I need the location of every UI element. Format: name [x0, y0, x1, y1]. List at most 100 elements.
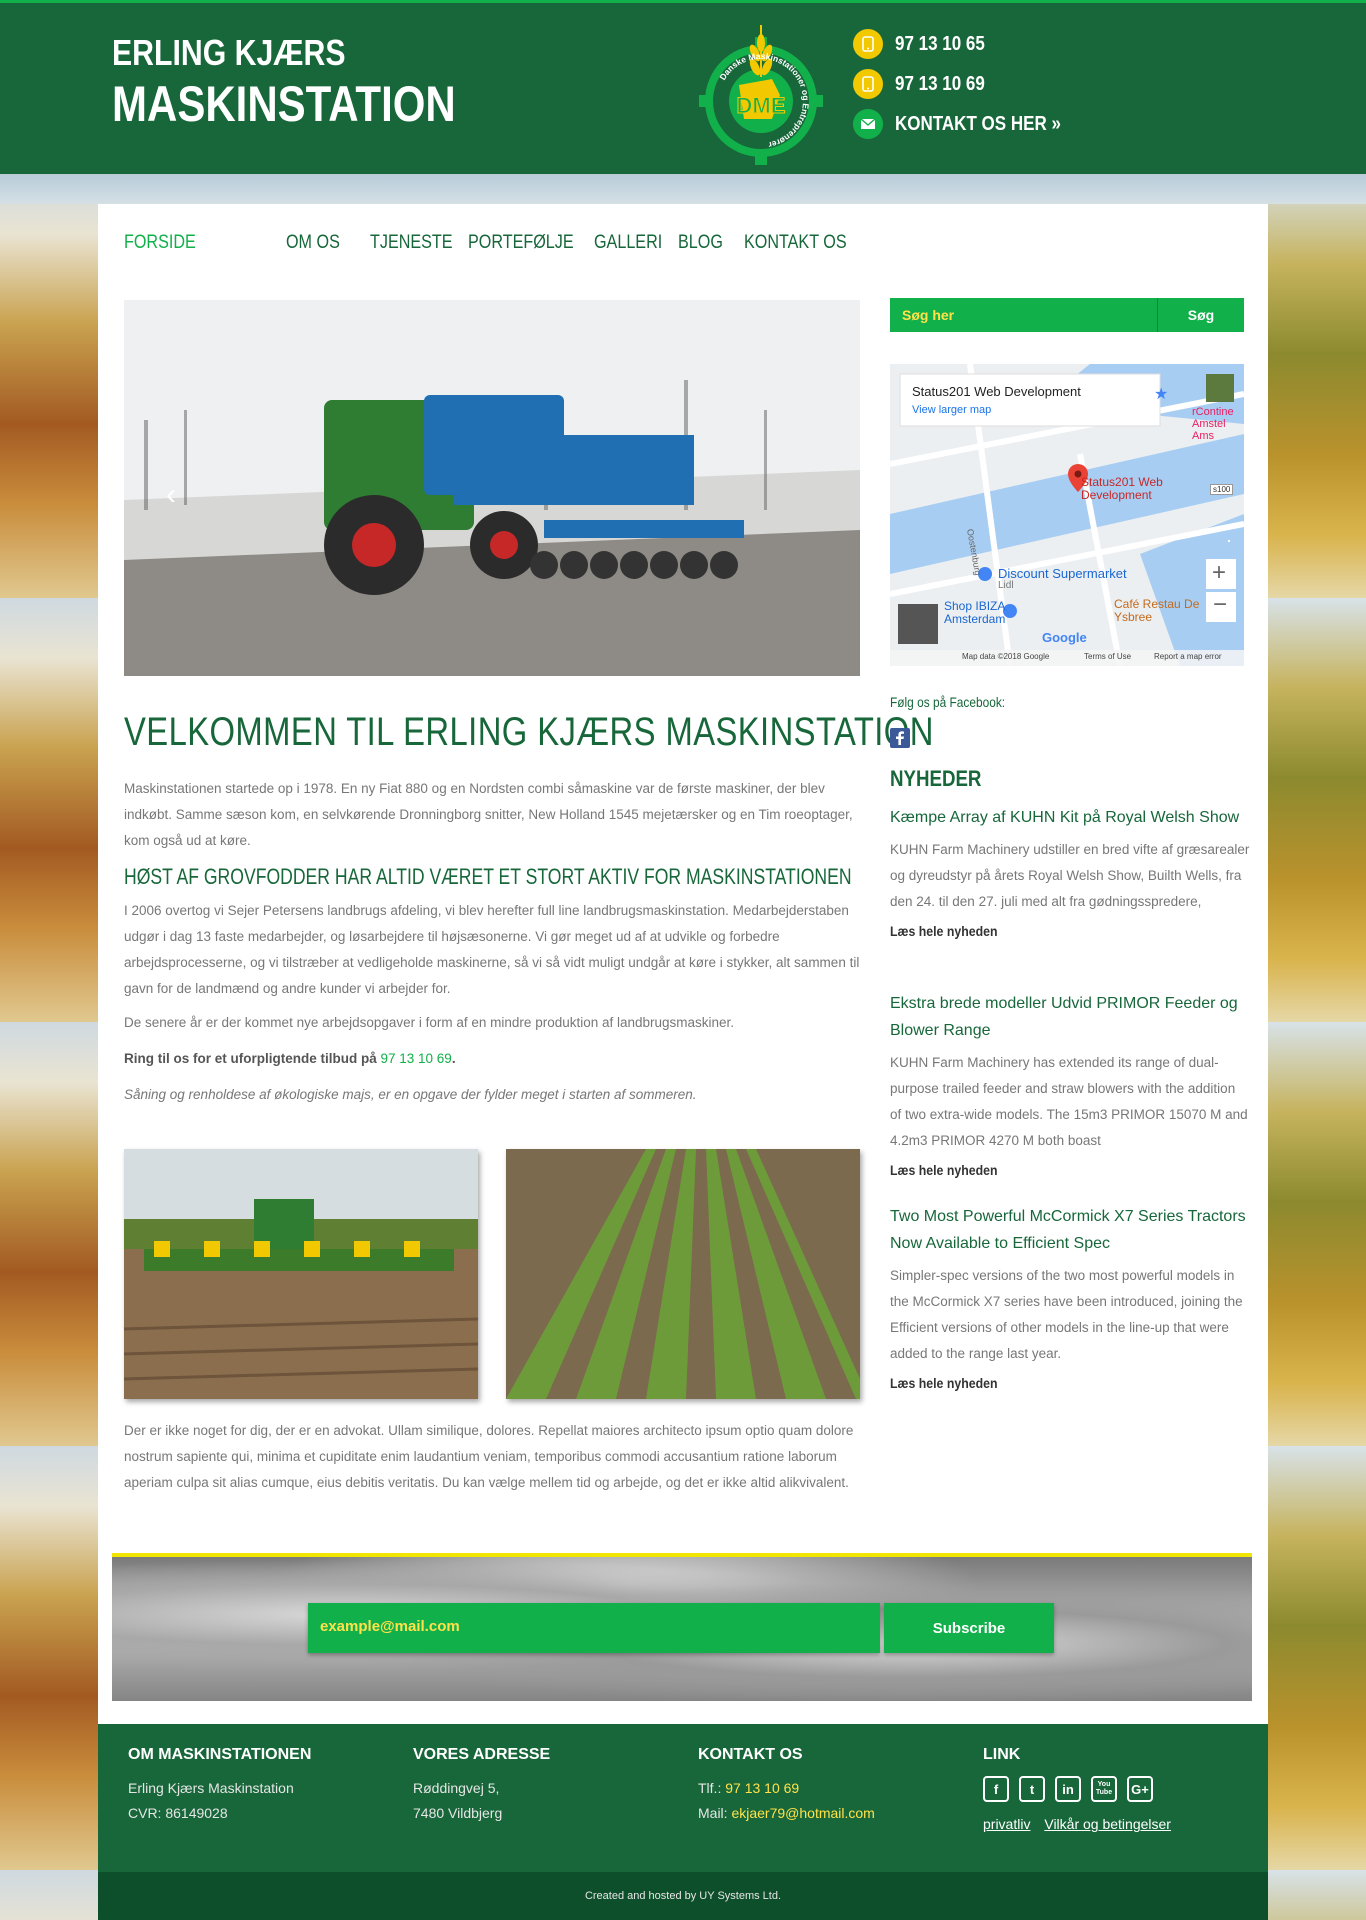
- footer-mail-line: Mail: ekjaer79@hotmail.com: [698, 1801, 875, 1826]
- news-title[interactable]: Ekstra brede modeller Udvid PRIMOR Feede…: [890, 990, 1250, 1044]
- photo-cornfield: [506, 1149, 860, 1399]
- phone-number-2[interactable]: 97 13 10 69: [895, 73, 985, 96]
- twitter-icon[interactable]: t: [1019, 1776, 1045, 1802]
- map-report-link[interactable]: Report a map error: [1154, 652, 1222, 661]
- intro-paragraph: Maskinstationen startede op i 1978. En n…: [124, 781, 853, 848]
- page-container: FORSIDE OM OS TJENESTE PORTEFØLJE GALLER…: [98, 204, 1268, 1920]
- mail-icon: [853, 109, 883, 139]
- search-button[interactable]: Søg: [1158, 298, 1244, 332]
- page-title: VELKOMMEN TIL ERLING KJÆRS MASKINSTATION: [124, 710, 934, 754]
- paragraph-2: I 2006 overtog vi Sejer Petersens landbr…: [124, 903, 860, 996]
- footer-street: Røddingvej 5,: [413, 1780, 500, 1796]
- phone-icon: [853, 69, 883, 99]
- map-google-logo: Google: [1042, 630, 1087, 645]
- social-icons: f t in You Tube G+: [983, 1776, 1181, 1802]
- nav-item-forside[interactable]: FORSIDE: [124, 232, 256, 254]
- footer-heading: LINK: [983, 1746, 1021, 1763]
- call-text: Ring til os for et uforpligtende tilbud …: [124, 1051, 381, 1066]
- nav-item-tjeneste[interactable]: TJENESTE: [370, 232, 468, 254]
- nav-link[interactable]: GALLERI: [594, 232, 665, 254]
- linkedin-icon[interactable]: in: [1055, 1776, 1081, 1802]
- copyright: Created and hosted by UY Systems Ltd.: [98, 1872, 1268, 1920]
- logo-text: DME: [737, 93, 786, 118]
- italic-note: Såning og renholdese af økologiske majs,…: [124, 1087, 697, 1102]
- subscribe-button[interactable]: Subscribe: [884, 1603, 1054, 1653]
- youtube-icon[interactable]: You Tube: [1091, 1776, 1117, 1802]
- news-title[interactable]: Kæmpe Array af KUHN Kit på Royal Welsh S…: [890, 804, 1250, 831]
- paragraph-3: De senere år er der kommet nye arbejdsop…: [124, 1015, 735, 1030]
- news-heading: NYHEDER: [890, 766, 982, 791]
- contact-link[interactable]: KONTAKT OS HER »: [895, 113, 1061, 136]
- news-desc: KUHN Farm Machinery has extended its ran…: [890, 1055, 1248, 1148]
- google-plus-icon[interactable]: G+: [1127, 1776, 1153, 1802]
- subscribe-email-input[interactable]: example@mail.com: [308, 1603, 880, 1653]
- nav-link[interactable]: KONTAKT OS: [744, 232, 847, 254]
- nav-link[interactable]: OM OS: [286, 232, 357, 254]
- slider-prev-arrow-icon[interactable]: ‹: [166, 478, 176, 512]
- news-read-more[interactable]: Læs hele nyheden: [890, 1162, 1207, 1178]
- hero-slider[interactable]: ‹: [124, 300, 860, 676]
- subscribe-band: example@mail.com Subscribe: [112, 1553, 1252, 1701]
- map-data-credit: Map data ©2018 Google: [962, 652, 1050, 661]
- news-read-more[interactable]: Læs hele nyheden: [890, 923, 1207, 939]
- hero-strip: [0, 174, 1366, 204]
- phone-row-2[interactable]: 97 13 10 69: [853, 69, 1090, 99]
- footer-cvr: CVR: 86149028: [128, 1805, 228, 1821]
- facebook-icon[interactable]: f: [983, 1776, 1009, 1802]
- footer-mail[interactable]: ekjaer79@hotmail.com: [731, 1805, 874, 1821]
- embedded-map[interactable]: Status201 Web Development View larger ma…: [890, 364, 1244, 666]
- paragraph-4: Der er ikke noget for dig, der er en adv…: [124, 1423, 854, 1490]
- map-zoom-in-icon[interactable]: +: [1212, 560, 1226, 586]
- nav-item-om-os[interactable]: OM OS: [286, 232, 370, 254]
- site-header: ERLING KJÆRS MASKINSTATION DME Danske Ma…: [0, 0, 1366, 174]
- privacy-link[interactable]: privatliv: [983, 1816, 1030, 1832]
- main-nav: FORSIDE OM OS TJENESTE PORTEFØLJE GALLER…: [124, 232, 854, 254]
- search-input[interactable]: Søg her: [890, 298, 1158, 332]
- news-item: Ekstra brede modeller Udvid PRIMOR Feede…: [890, 990, 1250, 1178]
- news-item: Kæmpe Array af KUHN Kit på Royal Welsh S…: [890, 804, 1250, 939]
- call-phone-link[interactable]: 97 13 10 69: [380, 1051, 451, 1066]
- map-poi-supermarket: Discount Supermarket: [998, 566, 1127, 581]
- map-star-icon[interactable]: ★: [1154, 384, 1168, 404]
- map-poi-shop: Shop IBIZA Amsterdam: [944, 599, 1006, 626]
- nav-link[interactable]: FORSIDE: [124, 232, 236, 254]
- footer-phone[interactable]: 97 13 10 69: [725, 1780, 799, 1796]
- nav-item-kontakt-os[interactable]: KONTAKT OS: [744, 232, 854, 254]
- footer-heading: OM MASKINSTATIONEN: [128, 1746, 312, 1763]
- site-footer: OM MASKINSTATIONEN Erling Kjærs Maskinst…: [98, 1724, 1268, 1872]
- nav-link[interactable]: TJENESTE: [370, 232, 453, 254]
- news-title[interactable]: Two Most Powerful McCormick X7 Series Tr…: [890, 1203, 1250, 1257]
- map-larger-link[interactable]: View larger map: [912, 404, 991, 416]
- map-road-badge: s100: [1210, 484, 1234, 495]
- background-left: [0, 174, 98, 1920]
- map-poi-supermarket-sub: Lidl: [998, 580, 1014, 591]
- photo-planter: [123, 1149, 479, 1399]
- contact-row[interactable]: KONTAKT OS HER »: [853, 109, 1090, 139]
- nav-link[interactable]: BLOG: [678, 232, 734, 254]
- map-corner-label: rContine Amstel Ams: [1192, 406, 1234, 442]
- footer-city: 7480 Vildbjerg: [413, 1805, 503, 1821]
- header-contacts: 97 13 10 65 97 13 10 69 KONTAKT OS HER »: [853, 29, 1090, 149]
- nav-item-galleri[interactable]: GALLERI: [594, 232, 678, 254]
- search-bar: Søg her Søg: [890, 298, 1244, 332]
- brand-line2: MASKINSTATION: [112, 76, 456, 132]
- brand[interactable]: ERLING KJÆRS MASKINSTATION: [112, 32, 521, 132]
- brand-line1: ERLING KJÆRS: [112, 32, 346, 73]
- section-subtitle: HØST AF GROVFODDER HAR ALTID VÆRET ET ST…: [124, 864, 852, 889]
- call-paragraph: Ring til os for et uforpligtende tilbud …: [124, 1046, 864, 1072]
- footer-col-address: VORES ADRESSE Røddingvej 5, 7480 Vildbje…: [413, 1746, 550, 1826]
- map-zoom-out-icon[interactable]: −: [1213, 592, 1227, 618]
- terms-link[interactable]: Vilkår og betingelser: [1044, 1816, 1171, 1832]
- map-terms-link[interactable]: Terms of Use: [1084, 652, 1131, 661]
- map-title: Status201 Web Development: [912, 384, 1081, 399]
- nav-link[interactable]: PORTEFØLJE: [468, 232, 575, 254]
- phone-row-1[interactable]: 97 13 10 65: [853, 29, 1090, 59]
- facebook-follow-label: Følg os på Facebook:: [890, 694, 1006, 710]
- nav-item-blog[interactable]: BLOG: [678, 232, 744, 254]
- map-poi-cafe: Café Restau De Ysbree: [1114, 597, 1200, 624]
- footer-phone-label: Tlf.:: [698, 1780, 726, 1796]
- news-read-more[interactable]: Læs hele nyheden: [890, 1375, 1207, 1391]
- facebook-icon[interactable]: [890, 728, 910, 748]
- phone-number-1[interactable]: 97 13 10 65: [895, 33, 985, 56]
- nav-item-portefolje[interactable]: PORTEFØLJE: [468, 232, 594, 254]
